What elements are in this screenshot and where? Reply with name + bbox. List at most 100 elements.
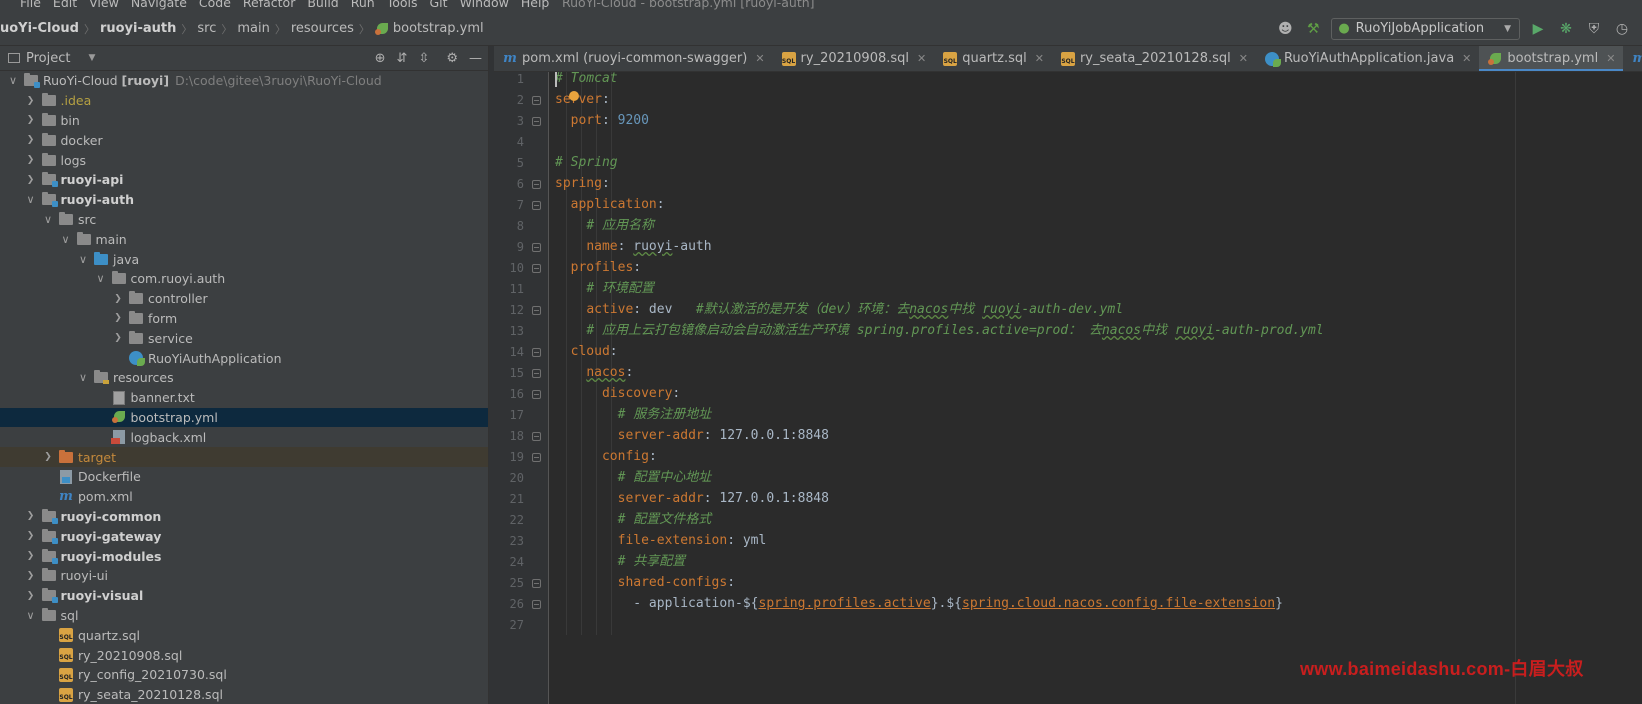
chevron-right-icon[interactable]: ❯ (24, 155, 38, 165)
menu-item-tools[interactable]: Tools (387, 0, 418, 10)
tree-item[interactable]: ❯ controller (0, 289, 488, 309)
tree-item[interactable]: ❯bootstrap.yml (0, 407, 488, 428)
menu-item-code[interactable]: Code (199, 0, 231, 10)
menu-item-refactor[interactable]: Refactor (243, 0, 295, 10)
tree-item[interactable]: ❯Dockerfile (0, 467, 488, 487)
fold-marker-icon[interactable] (532, 264, 541, 273)
code-area[interactable]: # Tomcat server: port: 9200 # Spring spring… (555, 72, 1642, 704)
close-icon[interactable]: ✕ (1239, 52, 1248, 65)
fold-marker-icon[interactable] (532, 348, 541, 357)
fold-marker-icon[interactable] (532, 117, 541, 126)
tree-item[interactable]: ❯ service (0, 328, 488, 348)
chevron-right-icon[interactable]: ❯ (24, 531, 38, 541)
breadcrumb-item[interactable]: resources (291, 21, 354, 36)
intention-bulb-icon[interactable] (569, 91, 579, 101)
project-panel-title[interactable]: Project (26, 51, 70, 66)
fold-marker-icon[interactable] (532, 453, 541, 462)
run-icon[interactable]: ▶ (1528, 19, 1548, 39)
chevron-down-icon[interactable]: ∨ (24, 193, 38, 206)
profile-icon[interactable]: ◷ (1612, 19, 1632, 39)
user-icon[interactable]: ☻ (1275, 19, 1295, 39)
breadcrumb-item[interactable]: uoYi-Cloud (0, 21, 79, 36)
chevron-right-icon[interactable]: ❯ (24, 571, 38, 581)
chevron-right-icon[interactable]: ❯ (41, 452, 55, 462)
tree-item[interactable]: ∨ ruoyi-auth (0, 190, 488, 210)
menu-item-edit[interactable]: Edit (53, 0, 77, 10)
editor-tab[interactable]: RuoYiAuthApplication.java ✕ (1256, 46, 1479, 71)
close-icon[interactable]: ✕ (1462, 52, 1471, 65)
chevron-down-icon[interactable]: ∨ (59, 233, 73, 246)
hammer-icon[interactable]: ⚒ (1303, 19, 1323, 39)
collapse-all-icon[interactable]: ⇳ (418, 51, 429, 66)
close-icon[interactable]: ✕ (917, 52, 926, 65)
tree-item[interactable]: ❯ ruoyi-common (0, 507, 488, 527)
tree-item[interactable]: ❯SQLry_20210908.sql (0, 645, 488, 665)
fold-marker-icon[interactable] (532, 432, 541, 441)
chevron-down-icon[interactable]: ∨ (94, 272, 108, 285)
tree-item[interactable]: ❯ form (0, 309, 488, 329)
chevron-down-icon[interactable]: ∨ (24, 609, 38, 622)
tree-item[interactable]: ❯logback.xml (0, 427, 488, 447)
close-icon[interactable]: ✕ (1035, 52, 1044, 65)
chevron-right-icon[interactable]: ❯ (24, 135, 38, 145)
editor-tab[interactable]: bootstrap.yml ✕ (1479, 46, 1624, 71)
chevron-down-icon[interactable]: ∨ (76, 371, 90, 384)
tree-item[interactable]: ❯SQLry_config_20210730.sql (0, 665, 488, 685)
tree-item[interactable]: ❯ bin (0, 111, 488, 131)
debug-icon[interactable]: ❋ (1556, 19, 1576, 39)
menu-item-build[interactable]: Build (307, 0, 338, 10)
editor-tab[interactable]: mpom.xml (ruoyi) (1623, 46, 1642, 71)
chevron-right-icon[interactable]: ❯ (111, 294, 125, 304)
menu-item-git[interactable]: Git (430, 0, 448, 10)
chevron-down-icon[interactable]: ▼ (88, 53, 95, 63)
tree-item[interactable]: ❯ ruoyi-ui (0, 566, 488, 586)
chevron-down-icon[interactable]: ∨ (41, 213, 55, 226)
close-icon[interactable]: ✕ (755, 52, 764, 65)
gear-icon[interactable]: ⚙ (446, 51, 458, 66)
menu-item-navigate[interactable]: Navigate (131, 0, 187, 10)
chevron-right-icon[interactable]: ❯ (24, 175, 38, 185)
tree-item[interactable]: ❯ logs (0, 150, 488, 170)
chevron-down-icon[interactable]: ∨ (6, 74, 20, 87)
chevron-right-icon[interactable]: ❯ (24, 96, 38, 106)
tree-item[interactable]: ❯ docker (0, 130, 488, 150)
tree-item[interactable]: ∨ resources (0, 368, 488, 388)
tree-item[interactable]: ∨ src (0, 210, 488, 230)
editor-tab[interactable]: m pom.xml (ruoyi-common-swagger) ✕ (494, 46, 773, 71)
menu-item-window[interactable]: Window (460, 0, 509, 10)
menu-item-help[interactable]: Help (521, 0, 550, 10)
run-config-dropdown[interactable]: ● RuoYiJobApplication ▼ (1331, 17, 1520, 40)
tree-item[interactable]: ❯mpom.xml (0, 487, 488, 507)
code-editor[interactable]: 1 2 3 4 5 6 7 8 9 10 11 12 13 14 15 16 17 18 19 20 21 22 23 24 2… (494, 72, 1642, 704)
chevron-right-icon[interactable]: ❯ (24, 511, 38, 521)
fold-marker-icon[interactable] (532, 579, 541, 588)
tree-item[interactable]: ∨ RuoYi-Cloud [ruoyi] D:\code\gitee\3ruoyi… (0, 71, 488, 91)
tree-item[interactable]: ❯ .idea (0, 91, 488, 111)
expand-all-icon[interactable]: ⇵ (397, 51, 408, 66)
fold-marker-icon[interactable] (532, 306, 541, 315)
tree-item[interactable]: ❯ ruoyi-modules (0, 546, 488, 566)
tree-item[interactable]: ∨ main (0, 229, 488, 249)
breadcrumb-item[interactable]: bootstrap.yml (393, 21, 484, 36)
tree-item[interactable]: ❯RuoYiAuthApplication (0, 348, 488, 368)
menu-item-run[interactable]: Run (351, 0, 375, 10)
close-icon[interactable]: ✕ (1606, 52, 1615, 65)
tree-item[interactable]: ❯SQLquartz.sql (0, 625, 488, 645)
menu-item-view[interactable]: View (89, 0, 119, 10)
editor-tab[interactable]: SQL ry_seata_20210128.sql ✕ (1052, 46, 1256, 71)
chevron-down-icon[interactable]: ∨ (76, 253, 90, 266)
chevron-right-icon[interactable]: ❯ (24, 551, 38, 561)
tree-item[interactable]: ❯banner.txt (0, 388, 488, 408)
tree-item[interactable]: ❯ ruoyi-gateway (0, 526, 488, 546)
breadcrumb-item[interactable]: ruoyi-auth (100, 21, 176, 36)
breadcrumb-item[interactable]: src (197, 21, 216, 36)
chevron-right-icon[interactable]: ❯ (24, 115, 38, 125)
fold-marker-icon[interactable] (532, 390, 541, 399)
editor-tab[interactable]: SQL ry_20210908.sql ✕ (773, 46, 935, 71)
chevron-right-icon[interactable]: ❯ (111, 313, 125, 323)
tree-item[interactable]: ❯ ruoyi-api (0, 170, 488, 190)
tree-item[interactable]: ∨ sql (0, 606, 488, 626)
chevron-right-icon[interactable]: ❯ (111, 333, 125, 343)
fold-marker-icon[interactable] (532, 180, 541, 189)
tree-item[interactable]: ∨ java (0, 249, 488, 269)
